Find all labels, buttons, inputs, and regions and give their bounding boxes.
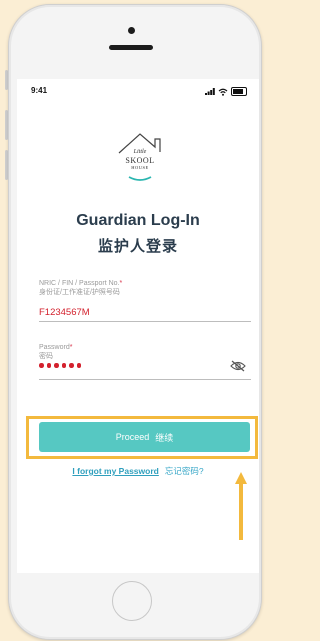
id-label-text: NRIC / FIN / Passport No. xyxy=(39,280,120,287)
password-input[interactable] xyxy=(39,363,81,368)
password-field-underline xyxy=(39,379,251,380)
password-mask-dot xyxy=(61,363,66,368)
wifi-icon xyxy=(218,88,228,96)
password-mask-dot xyxy=(39,363,44,368)
front-camera xyxy=(128,27,135,34)
forgot-password-text[interactable]: I forgot my Password xyxy=(72,466,158,476)
arrow-up-icon xyxy=(235,472,247,540)
password-mask-dot xyxy=(76,363,81,368)
page-title-cn: 监护人登录 xyxy=(97,238,178,255)
proceed-button[interactable]: Proceed 继续 xyxy=(39,422,250,452)
id-field-underline xyxy=(39,321,251,322)
page-title: Guardian Log-In xyxy=(76,212,200,229)
password-label-cn: 密码 xyxy=(39,353,53,360)
password-mask-dot xyxy=(46,363,51,368)
password-mask-dot xyxy=(54,363,59,368)
required-mark: * xyxy=(69,344,73,351)
forgot-password-text-cn[interactable]: 忘记密码? xyxy=(165,466,204,476)
status-bar: 9:41 xyxy=(17,85,259,99)
logo-text-little: Little xyxy=(133,149,147,155)
battery-icon xyxy=(231,87,247,96)
id-field-label: NRIC / FIN / Passport No.* 身份证/工作准证/护照号码 xyxy=(39,279,122,297)
home-button[interactable] xyxy=(112,581,152,621)
eye-off-icon[interactable] xyxy=(230,360,246,372)
password-mask-dot xyxy=(69,363,74,368)
status-time: 9:41 xyxy=(31,86,48,95)
signal-icon xyxy=(205,88,215,95)
password-label-text: Password xyxy=(39,344,70,351)
logo-text-skool: SKOOL xyxy=(125,156,155,165)
password-field-label: Password* 密码 xyxy=(39,343,72,361)
forgot-password-link[interactable]: I forgot my Password 忘记密码? xyxy=(17,465,259,477)
skool-house-logo: Little SKOOL HOUSE xyxy=(115,131,165,186)
app-screen: 9:41 Little SKOOL HOUSE Guardian Log-In … xyxy=(17,79,259,573)
proceed-label: Proceed xyxy=(115,432,150,442)
id-input[interactable]: F1234567M xyxy=(39,307,90,318)
status-icons xyxy=(205,87,247,96)
proceed-label-cn: 继续 xyxy=(155,432,174,443)
required-mark: * xyxy=(119,280,123,287)
earpiece-speaker xyxy=(109,45,153,50)
id-label-cn: 身份证/工作准证/护照号码 xyxy=(39,289,120,296)
logo-text-house: HOUSE xyxy=(131,165,149,170)
